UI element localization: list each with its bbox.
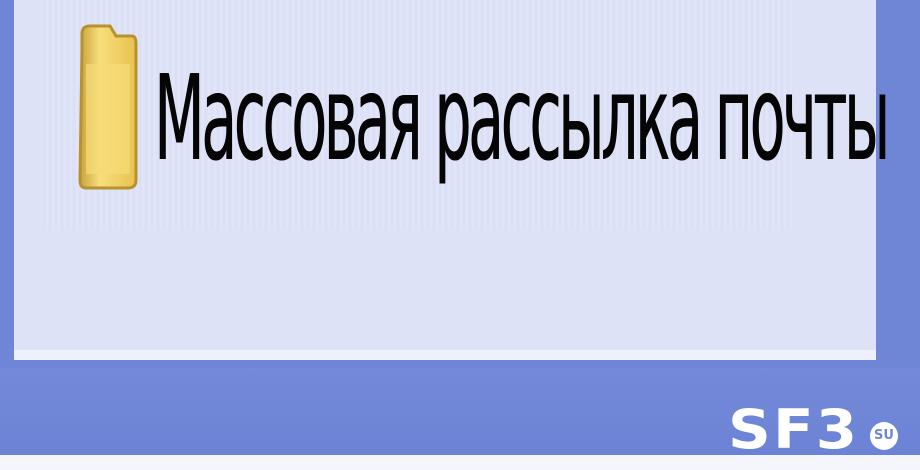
folder-icon — [78, 24, 138, 190]
watermark-logo: SF3 SU — [728, 398, 906, 461]
watermark-brand: SF3 — [728, 398, 860, 461]
folder-label: Массовая рассылка почты — [154, 49, 890, 187]
watermark-domain-badge: SU — [870, 422, 898, 450]
folder-item-mass-mailing[interactable]: Массовая рассылка почты — [76, 20, 890, 210]
